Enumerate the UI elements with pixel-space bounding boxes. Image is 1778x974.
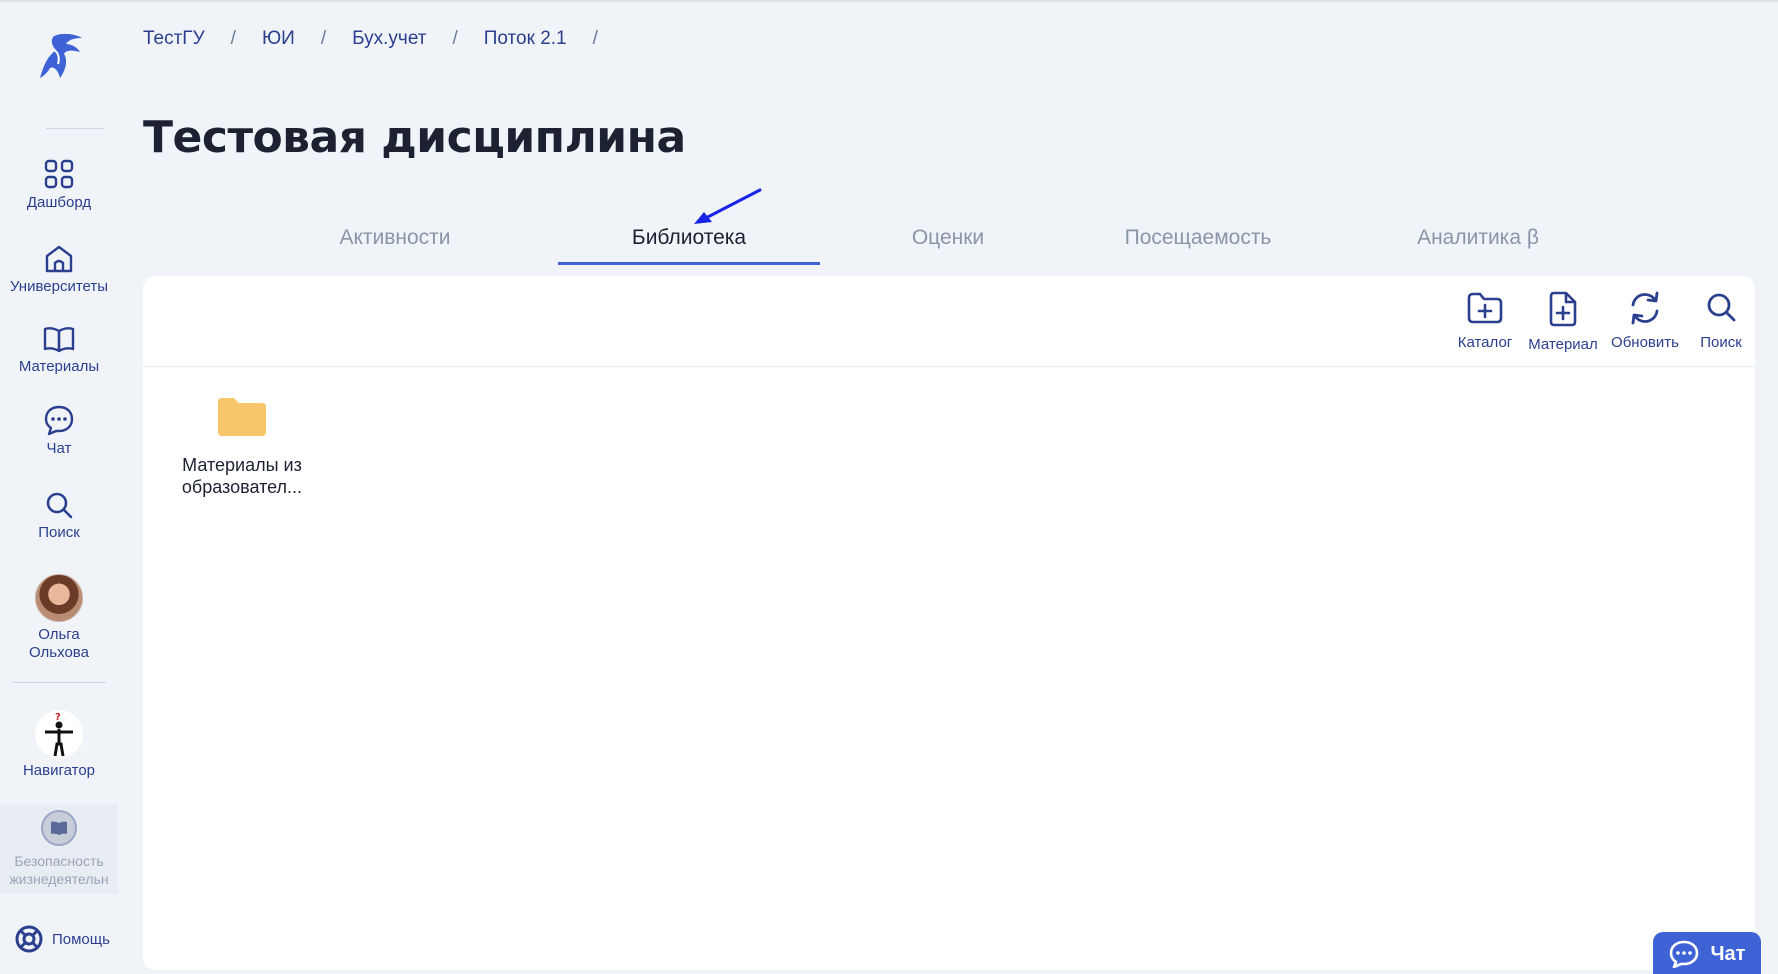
library-panel: Каталог Материал Обновить Поиск Материал… bbox=[143, 276, 1755, 970]
tab-library[interactable]: Библиотека bbox=[558, 226, 820, 250]
sidebar-item-dashboard[interactable]: Дашборд bbox=[0, 158, 118, 212]
refresh-button[interactable]: Обновить bbox=[1603, 290, 1687, 353]
breadcrumb-separator: / bbox=[452, 28, 458, 49]
breadcrumb-item[interactable]: Поток 2.1 bbox=[484, 28, 567, 50]
add-catalog-label: Каталог bbox=[1457, 334, 1513, 351]
tab-analytics[interactable]: Аналитика β bbox=[1383, 226, 1573, 250]
sidebar-item-search[interactable]: Поиск bbox=[0, 490, 118, 542]
search-label: Поиск bbox=[1700, 334, 1742, 351]
breadcrumb-item[interactable]: Бух.учет bbox=[352, 28, 426, 50]
tab-bar: Активности Библиотека Оценки Посещаемост… bbox=[143, 212, 1755, 266]
grid-icon bbox=[44, 159, 74, 189]
sidebar-item-materials[interactable]: Материалы bbox=[0, 324, 118, 376]
help-label: Помощь bbox=[52, 930, 110, 948]
logo[interactable] bbox=[32, 30, 84, 82]
sidebar-item-label: Поиск bbox=[38, 524, 80, 541]
sidebar: Дашборд Университеты Материалы Чат Поиск bbox=[0, 0, 118, 974]
sidebar-item-label: Университеты bbox=[9, 278, 109, 295]
course-label: Безопасность жизнедеятельн bbox=[9, 853, 109, 887]
search-icon bbox=[1707, 293, 1736, 322]
add-material-button[interactable]: Материал bbox=[1523, 290, 1603, 353]
folder-name-line: образовател... bbox=[181, 477, 303, 497]
sidebar-item-universities[interactable]: Университеты bbox=[0, 244, 118, 296]
toolbar-divider bbox=[143, 366, 1755, 367]
chat-bubble-icon bbox=[1669, 940, 1698, 968]
sidebar-item-course[interactable]: Безопасность жизнедеятельн bbox=[0, 804, 118, 894]
folder-name: Материалы из образовател... bbox=[167, 454, 317, 498]
navigator-icon: ? bbox=[35, 710, 83, 758]
chat-widget-button[interactable]: Чат bbox=[1653, 932, 1761, 974]
search-icon bbox=[46, 492, 73, 519]
university-icon bbox=[45, 245, 73, 273]
logo-icon bbox=[40, 33, 82, 78]
chat-widget-label: Чат bbox=[1710, 942, 1746, 965]
sidebar-item-chat[interactable]: Чат bbox=[0, 404, 118, 458]
breadcrumb-separator: / bbox=[592, 28, 598, 49]
library-toolbar: Каталог Материал Обновить Поиск bbox=[1447, 290, 1755, 353]
book-icon bbox=[43, 327, 75, 353]
annotation-arrow-icon bbox=[694, 188, 762, 224]
refresh-label: Обновить bbox=[1611, 334, 1679, 351]
page-title: Тестовая дисциплина bbox=[143, 112, 686, 163]
breadcrumb-item[interactable]: ЮИ bbox=[262, 28, 295, 50]
avatar bbox=[35, 574, 83, 622]
svg-text:?: ? bbox=[55, 712, 61, 723]
breadcrumb: ТестГУ / ЮИ / Бух.учет / Поток 2.1 / bbox=[143, 28, 624, 50]
breadcrumb-item[interactable]: ТестГУ bbox=[143, 28, 205, 50]
sidebar-item-label: Навигатор bbox=[22, 762, 96, 779]
course-book-icon bbox=[41, 810, 77, 846]
breadcrumb-separator: / bbox=[320, 28, 327, 49]
sidebar-item-label: Чат bbox=[46, 440, 72, 457]
folder-plus-icon bbox=[1467, 292, 1503, 324]
breadcrumb-separator: / bbox=[230, 28, 236, 49]
tab-attendance[interactable]: Посещаемость bbox=[1093, 226, 1303, 250]
active-tab-indicator bbox=[558, 262, 820, 265]
folder-item[interactable]: Материалы из образовател... bbox=[167, 396, 317, 498]
tab-activities[interactable]: Активности bbox=[305, 226, 485, 250]
lifebuoy-icon bbox=[15, 925, 43, 953]
add-catalog-button[interactable]: Каталог bbox=[1447, 290, 1523, 353]
sidebar-item-label: Ольга Ольхова bbox=[29, 626, 89, 661]
refresh-icon bbox=[1631, 291, 1659, 325]
sidebar-divider bbox=[12, 682, 106, 683]
folder-icon bbox=[218, 398, 266, 436]
folder-name-line: Материалы из bbox=[182, 455, 302, 475]
sidebar-divider bbox=[46, 128, 104, 129]
sidebar-item-label: Материалы bbox=[18, 358, 100, 375]
help-button[interactable]: Помощь bbox=[14, 924, 110, 954]
sidebar-item-label: Дашборд bbox=[26, 194, 92, 211]
top-border bbox=[0, 0, 1778, 2]
chat-icon bbox=[44, 405, 74, 436]
tab-grades[interactable]: Оценки bbox=[883, 226, 1013, 250]
sidebar-item-profile[interactable]: Ольга Ольхова bbox=[0, 574, 118, 662]
file-plus-icon bbox=[1549, 291, 1577, 327]
search-button[interactable]: Поиск bbox=[1687, 290, 1755, 353]
sidebar-item-navigator[interactable]: ? Навигатор bbox=[0, 710, 118, 780]
add-material-label: Материал bbox=[1528, 336, 1598, 353]
